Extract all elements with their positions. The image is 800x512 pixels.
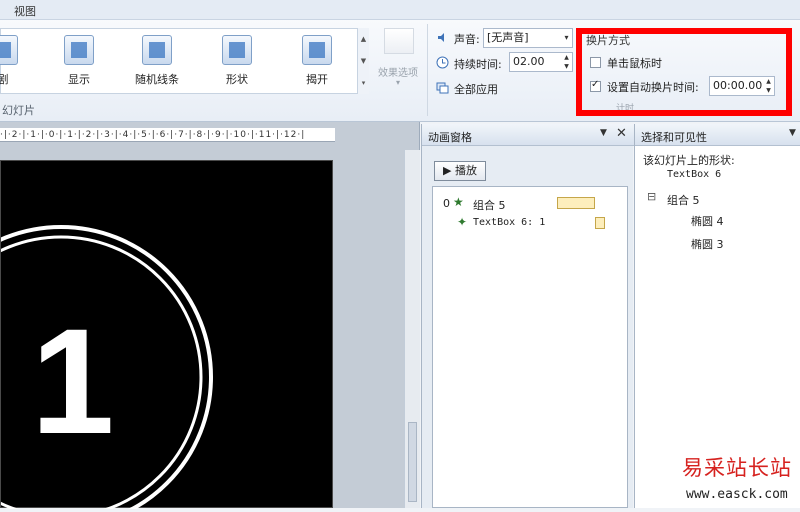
animation-name: TextBox 6: 1 [473, 217, 546, 228]
transition-label: 揭开 [306, 73, 328, 86]
ribbon: 视图 剧 显示 随机线条 形状 揭开 ▲ ▼ ▾ 效果选项 ▾ 幻灯片 声音: … [0, 0, 800, 122]
effect-options-label: 效果选项 [378, 68, 418, 79]
effect-options-icon [384, 28, 414, 54]
animation-item[interactable]: ✦ TextBox 6: 1 [433, 213, 627, 233]
uncover-icon [302, 35, 332, 65]
animation-item[interactable]: 0 ★ 组合 5 [433, 193, 627, 213]
scroll-up-icon[interactable]: ▲ [358, 28, 369, 50]
group-label: 幻灯片 [2, 104, 35, 117]
duration-value: 02.00 [513, 55, 545, 68]
gallery-more-icon[interactable]: ▾ [358, 72, 369, 94]
scroll-down-icon[interactable]: ▼ [358, 50, 369, 72]
entrance-effect-icon: ✦ [457, 215, 468, 229]
transition-reveal[interactable]: 显示 [49, 33, 109, 89]
duration-input[interactable]: 02.00 ▲ ▼ [509, 52, 573, 72]
transition-label: 随机线条 [135, 73, 179, 86]
selection-pane-header: 选择和可见性 ▼ [635, 124, 800, 146]
selection-pane-title: 选择和可见性 [641, 131, 707, 144]
effect-options-button[interactable]: 效果选项 ▾ [372, 26, 424, 94]
spinner-icon[interactable]: ▲ ▼ [561, 53, 572, 71]
transition-shape[interactable]: 形状 [207, 33, 267, 89]
duration-row: 持续时间: [436, 53, 506, 73]
sound-icon [438, 33, 444, 42]
transition-random-bars[interactable]: 随机线条 [127, 33, 187, 89]
scroll-thumb[interactable] [408, 422, 417, 502]
apply-all-icon [436, 82, 449, 94]
entrance-effect-icon: ★ [453, 195, 464, 209]
transition-label: 形状 [226, 73, 248, 86]
transition-label: 剧 [0, 73, 9, 86]
close-icon[interactable]: ✕ [616, 126, 627, 141]
animation-pane: 动画窗格 ▼ ✕ ▶ 播放 0 ★ 组合 5 ✦ TextBox 6: 1 [421, 124, 634, 508]
shapes-subtitle: 该幻灯片上的形状: [643, 154, 735, 167]
timing-bar[interactable] [557, 197, 595, 209]
pane-menu-icon[interactable]: ▼ [789, 128, 796, 138]
tab-view[interactable]: 视图 [14, 3, 36, 19]
sound-select[interactable]: [无声音] ▾ [483, 28, 573, 48]
timing-bar[interactable] [595, 217, 605, 229]
shape-item-oval[interactable]: 椭圆 3 [691, 236, 724, 252]
highlight-box [576, 28, 792, 116]
gallery-scrollbar[interactable]: ▲ ▼ ▾ [357, 28, 369, 94]
play-button[interactable]: ▶ 播放 [434, 161, 486, 181]
animation-name: 组合 5 [473, 199, 506, 212]
animation-order: 0 [443, 197, 450, 210]
selection-pane: 选择和可见性 ▼ 该幻灯片上的形状: TextBox 6 ⊟ 组合 5 椭圆 4… [634, 124, 800, 508]
chevron-down-icon[interactable]: ▾ [561, 29, 572, 47]
apply-all-button[interactable]: 全部应用 [436, 78, 526, 98]
animation-pane-title: 动画窗格 [428, 131, 472, 144]
shape-item-oval[interactable]: 椭圆 4 [691, 213, 724, 229]
duration-label: 持续时间: [454, 58, 502, 71]
transition-icon [0, 35, 18, 65]
shape-icon [222, 35, 252, 65]
reveal-icon [64, 35, 94, 65]
sound-label: 声音: [454, 33, 480, 46]
pane-menu-icon[interactable]: ▼ [600, 128, 607, 138]
transition-gallery: 剧 显示 随机线条 形状 揭开 [0, 28, 360, 94]
watermark-url: www.easck.com [686, 487, 788, 502]
slide-canvas[interactable]: 1 [0, 160, 333, 512]
transition-item[interactable]: 剧 [0, 33, 33, 89]
apply-all-label: 全部应用 [454, 83, 498, 96]
clock-icon [436, 56, 449, 69]
collapse-icon[interactable]: ⊟ [647, 190, 656, 203]
shape-item-textbox[interactable]: TextBox 6 [667, 169, 721, 180]
slide-graphic: 1 [0, 225, 213, 512]
transition-uncover[interactable]: 揭开 [287, 33, 347, 89]
slide-number-text: 1 [31, 297, 114, 465]
ribbon-tab-bar: 视图 [0, 0, 800, 20]
horizontal-ruler: ·|·2·|·1·|·0·|·1·|·2·|·3·|·4·|·5·|·6·|·7… [0, 128, 335, 142]
sound-value: [无声音] [487, 31, 529, 44]
ribbon-separator [427, 24, 428, 116]
animation-list: 0 ★ 组合 5 ✦ TextBox 6: 1 [432, 186, 628, 508]
slide-scrollbar[interactable] [404, 150, 420, 508]
chevron-down-icon: ▾ [395, 78, 400, 87]
shape-item-group[interactable]: 组合 5 [667, 192, 700, 208]
animation-pane-header: 动画窗格 ▼ ✕ [422, 124, 634, 146]
transition-label: 显示 [68, 73, 90, 86]
random-bars-icon [142, 35, 172, 65]
watermark-title: 易采站长站 [682, 456, 792, 480]
